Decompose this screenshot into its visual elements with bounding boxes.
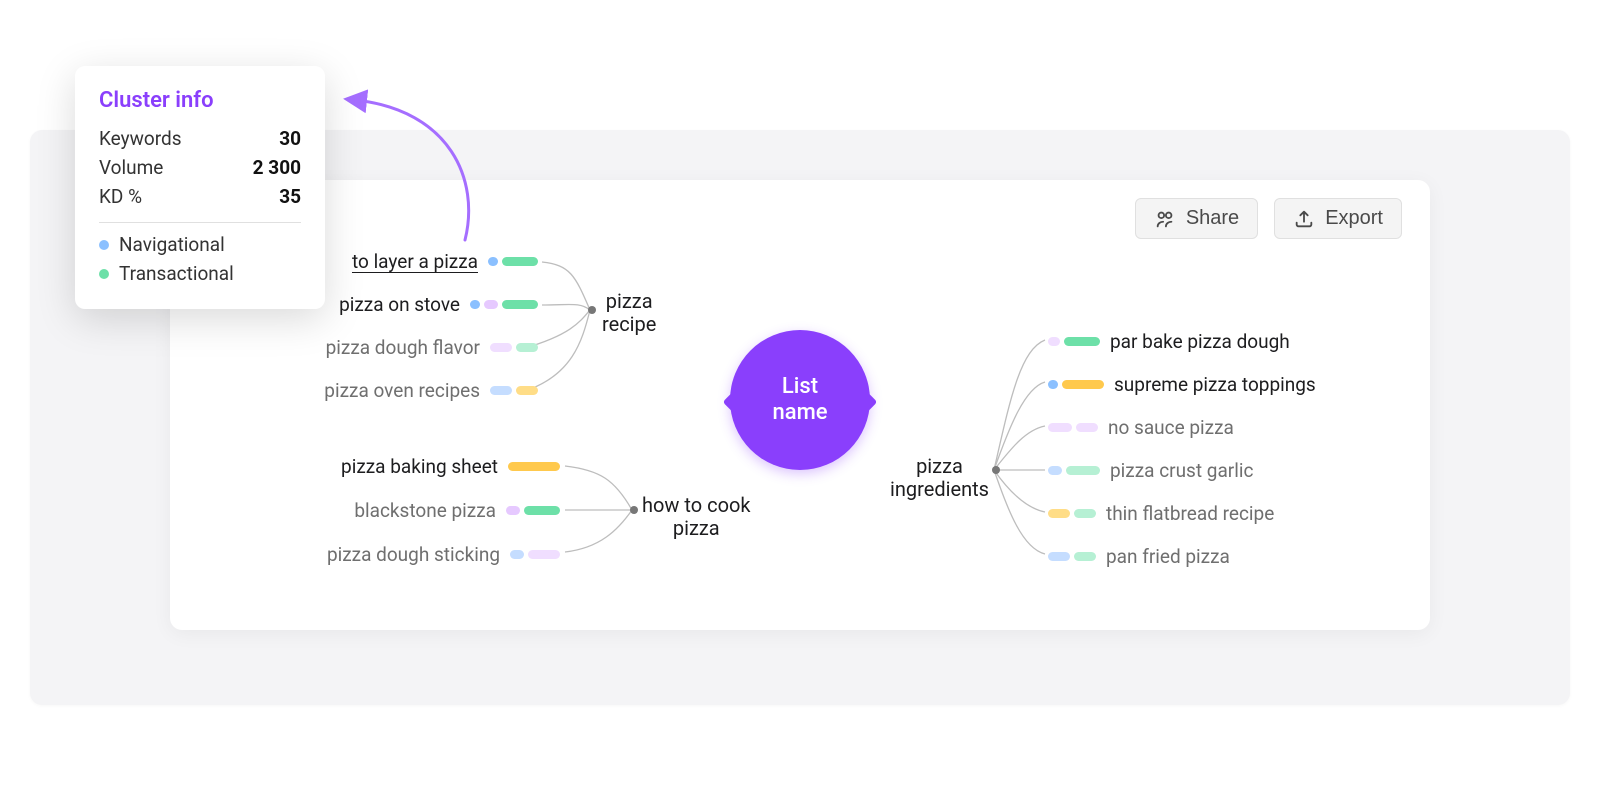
keyword-text: pizza crust garlic [1110,459,1253,482]
keyword-text: blackstone pizza [354,499,496,522]
keyword-bars [506,506,560,515]
bar-segment [490,386,512,395]
keyword-text: pan fried pizza [1106,545,1230,568]
keyword-text: supreme pizza toppings [1114,373,1316,396]
popover-row-value: 2 300 [253,156,301,179]
legend-dot-icon [99,240,109,250]
bar-segment [1064,337,1100,346]
cluster-node [588,306,596,314]
cluster-label-how-to-cook[interactable]: how to cook pizza [642,494,751,540]
legend-label: Navigational [119,233,225,256]
keyword-bars [490,386,538,395]
keyword-text: pizza dough flavor [326,336,480,359]
keyword-text: thin flatbread recipe [1106,502,1274,525]
keyword-text: no sauce pizza [1108,416,1234,439]
bar-segment [502,257,538,266]
keyword-item[interactable]: to layer a pizza [352,250,538,273]
keyword-bars [470,300,538,309]
popover-row-volume: Volume 2 300 [99,156,301,179]
keyword-item[interactable]: pizza crust garlic [1048,459,1253,482]
share-button[interactable]: Share [1135,198,1258,239]
keyword-item[interactable]: supreme pizza toppings [1048,373,1316,396]
cluster-label-pizza-recipe[interactable]: pizza recipe [602,290,656,336]
bar-segment [1076,423,1098,432]
export-button[interactable]: Export [1274,198,1402,239]
bar-segment [1048,423,1072,432]
bar-segment [1048,552,1070,561]
bar-segment [508,462,560,471]
share-label: Share [1186,207,1239,230]
keyword-text: pizza baking sheet [341,455,498,478]
keyword-text: pizza oven recipes [324,379,480,402]
cluster-label-ingredients[interactable]: pizza ingredients [890,455,989,501]
keyword-item[interactable]: thin flatbread recipe [1048,502,1274,525]
bar-segment [1074,509,1096,518]
bar-segment [506,506,520,515]
keyword-bars [1048,466,1100,475]
bar-segment [524,506,560,515]
toolbar: Share Export [1135,198,1402,239]
keyword-item[interactable]: pizza dough flavor [326,336,538,359]
bar-segment [1048,509,1070,518]
bar-segment [488,257,498,266]
keyword-bars [1048,380,1104,389]
bar-segment [1048,337,1060,346]
keyword-item[interactable]: blackstone pizza [354,499,560,522]
keyword-bars [488,257,538,266]
keyword-text: pizza dough sticking [327,543,500,566]
keyword-bars [1048,337,1100,346]
keyword-item[interactable]: pizza on stove [339,293,538,316]
keyword-bars [1048,552,1096,561]
bar-segment [1048,466,1062,475]
keyword-bars [490,343,538,352]
bar-segment [516,343,538,352]
bar-segment [470,300,480,309]
keyword-text: par bake pizza dough [1110,330,1290,353]
keyword-item[interactable]: par bake pizza dough [1048,330,1290,353]
popover-title: Cluster info [99,88,301,113]
keyword-item[interactable]: pan fried pizza [1048,545,1230,568]
popover-row-label: KD % [99,185,142,208]
keyword-item[interactable]: pizza oven recipes [324,379,538,402]
bar-segment [516,386,538,395]
popover-row-value: 30 [279,127,301,150]
cluster-info-popover: Cluster info Keywords 30 Volume 2 300 KD… [75,66,325,309]
bar-segment [510,550,524,559]
popover-divider [99,222,301,223]
popover-row-label: Volume [99,156,163,179]
cluster-node [992,466,1000,474]
keyword-bars [510,550,560,559]
export-icon [1293,208,1315,230]
bar-segment [1062,380,1104,389]
bar-segment [1074,552,1096,561]
bar-segment [1066,466,1100,475]
keyword-item[interactable]: pizza baking sheet [341,455,560,478]
legend-navigational: Navigational [99,233,301,256]
center-node[interactable]: List name [730,330,870,470]
legend-label: Transactional [119,262,234,285]
bar-segment [1048,380,1058,389]
keyword-item[interactable]: no sauce pizza [1048,416,1234,439]
popover-row-keywords: Keywords 30 [99,127,301,150]
cluster-node [630,506,638,514]
legend-dot-icon [99,269,109,279]
legend-transactional: Transactional [99,262,301,285]
bar-segment [528,550,560,559]
popover-row-label: Keywords [99,127,182,150]
share-icon [1154,208,1176,230]
keyword-item[interactable]: pizza dough sticking [327,543,560,566]
keyword-bars [508,462,560,471]
keyword-text: to layer a pizza [352,250,478,273]
center-node-label: List name [772,374,827,427]
popover-row-kd: KD % 35 [99,185,301,208]
keyword-bars [1048,509,1096,518]
keyword-bars [1048,423,1098,432]
export-label: Export [1325,207,1383,230]
annotation-arrow [330,80,490,250]
popover-row-value: 35 [279,185,301,208]
bar-segment [502,300,538,309]
keyword-text: pizza on stove [339,293,460,316]
bar-segment [484,300,498,309]
bar-segment [490,343,512,352]
